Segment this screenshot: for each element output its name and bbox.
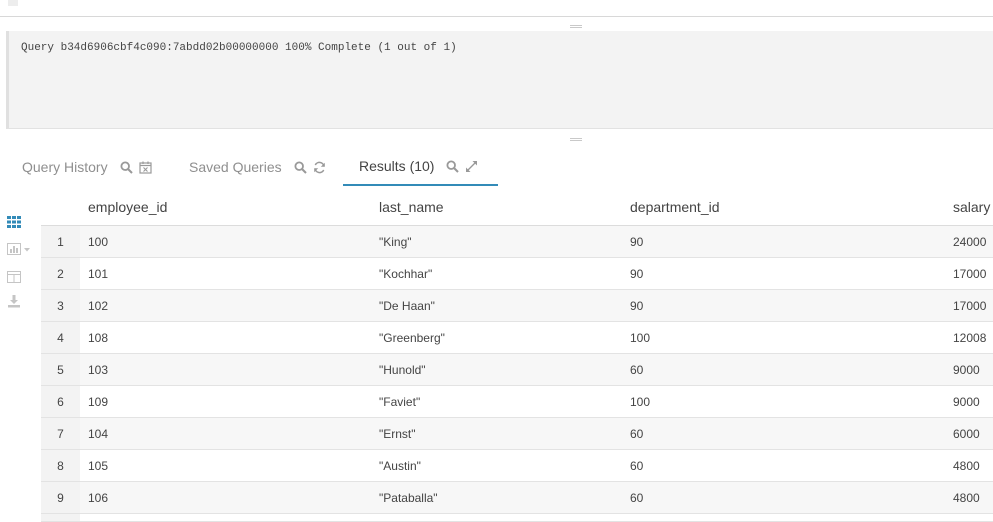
cell-salary: 9000: [953, 394, 980, 409]
tab-query-history[interactable]: Query History: [22, 148, 158, 186]
cell-last-name: "Faviet": [379, 394, 421, 409]
search-icon[interactable]: [120, 160, 133, 174]
cell-employee-id: 105: [88, 458, 109, 473]
cell-employee-id: 101: [88, 266, 109, 281]
tab-results-label: Results (10): [359, 158, 435, 174]
tab-results[interactable]: Results (10): [343, 148, 498, 186]
row-number: [41, 514, 80, 521]
cell-department-id: 90: [630, 234, 644, 249]
row-number: 6: [41, 386, 80, 417]
cell-employee-id: 106: [88, 490, 109, 505]
expand-icon[interactable]: [465, 160, 478, 173]
cell-salary: 12008: [953, 330, 987, 345]
cell-employee-id: 100: [88, 234, 109, 249]
cell-last-name: "Hunold": [379, 362, 426, 377]
table-row[interactable]: 2 101 "Kochhar" 90 17000: [41, 258, 993, 290]
cell-department-id: 90: [630, 266, 644, 281]
table-row[interactable]: 8 105 "Austin" 60 4800: [41, 450, 993, 482]
cell-last-name: "Ernst": [379, 426, 416, 441]
cell-last-name: "Pataballa": [379, 490, 438, 505]
table-row[interactable]: 7 104 "Ernst" 60 6000: [41, 418, 993, 450]
cell-last-name: "De Haan": [379, 298, 435, 313]
row-number: 9: [41, 482, 80, 513]
cell-salary: 9000: [953, 362, 980, 377]
column-header-last-name[interactable]: last_name: [379, 188, 444, 225]
table-row[interactable]: 5 103 "Hunold" 60 9000: [41, 354, 993, 386]
cell-employee-id: 104: [88, 426, 109, 441]
tab-saved-queries-label: Saved Queries: [189, 159, 282, 175]
tab-saved-queries[interactable]: Saved Queries: [189, 148, 332, 186]
row-number: 2: [41, 258, 80, 289]
table-header-row: employee_id last_name department_id sala…: [41, 188, 993, 226]
cell-employee-id: 103: [88, 362, 109, 377]
cell-salary: 17000: [953, 298, 987, 313]
query-log-line: Query b34d6906cbf4c090:7abdd02b00000000 …: [21, 42, 457, 54]
cell-department-id: 60: [630, 426, 644, 441]
cell-last-name: "Greenberg": [379, 330, 445, 345]
cell-last-name: "King": [379, 234, 412, 249]
table-row[interactable]: 4 108 "Greenberg" 100 12008: [41, 322, 993, 354]
editor-gutter: [8, 0, 18, 6]
grid-view-button[interactable]: [7, 216, 31, 232]
column-header-salary[interactable]: salary: [953, 188, 990, 225]
row-number: 8: [41, 450, 80, 481]
search-icon[interactable]: [446, 159, 460, 173]
row-number: 3: [41, 290, 80, 321]
table-row[interactable]: 3 102 "De Haan" 90 17000: [41, 290, 993, 322]
editor-area-bottom[interactable]: [0, 0, 993, 17]
results-table: employee_id last_name department_id sala…: [41, 188, 993, 522]
cell-salary: 6000: [953, 426, 980, 441]
cell-department-id: 90: [630, 298, 644, 313]
columns-toggle-button[interactable]: [7, 271, 31, 287]
cell-department-id: 60: [630, 490, 644, 505]
cell-employee-id: 108: [88, 330, 109, 345]
row-number-header: [41, 188, 80, 225]
cell-last-name: "Kochhar": [379, 266, 433, 281]
bar-chart-icon: [7, 242, 31, 260]
table-row[interactable]: 1 100 "King" 90 24000: [41, 226, 993, 258]
cell-salary: 4800: [953, 458, 980, 473]
grid-icon: [7, 215, 21, 233]
result-tabs: Query History Saved Queries Results (10): [0, 148, 993, 186]
download-icon: [7, 295, 21, 313]
row-number: 4: [41, 322, 80, 353]
cell-employee-id: 102: [88, 298, 109, 313]
resize-handle-top[interactable]: [570, 25, 582, 28]
table-row[interactable]: 6 109 "Faviet" 100 9000: [41, 386, 993, 418]
column-header-department-id[interactable]: department_id: [630, 188, 720, 225]
table-row[interactable]: [41, 514, 993, 522]
cell-department-id: 100: [630, 330, 651, 345]
cell-employee-id: 109: [88, 394, 109, 409]
columns-icon: [7, 270, 21, 288]
cell-salary: 17000: [953, 266, 987, 281]
table-row[interactable]: 9 106 "Pataballa" 60 4800: [41, 482, 993, 514]
query-log-panel: Query b34d6906cbf4c090:7abdd02b00000000 …: [6, 31, 993, 129]
row-number: 1: [41, 226, 80, 257]
row-number: 7: [41, 418, 80, 449]
cell-last-name: "Austin": [379, 458, 421, 473]
cell-department-id: 60: [630, 362, 644, 377]
resize-handle-bottom[interactable]: [570, 138, 582, 141]
download-button[interactable]: [7, 295, 31, 313]
cell-department-id: 60: [630, 458, 644, 473]
tab-query-history-label: Query History: [22, 159, 108, 175]
calendar-clear-icon[interactable]: [138, 161, 152, 174]
cell-salary: 4800: [953, 490, 980, 505]
chart-view-button[interactable]: [7, 243, 31, 259]
cell-department-id: 100: [630, 394, 651, 409]
cell-salary: 24000: [953, 234, 987, 249]
search-icon[interactable]: [294, 160, 307, 174]
refresh-icon[interactable]: [313, 161, 326, 174]
column-header-employee-id[interactable]: employee_id: [88, 188, 167, 225]
row-number: 5: [41, 354, 80, 385]
